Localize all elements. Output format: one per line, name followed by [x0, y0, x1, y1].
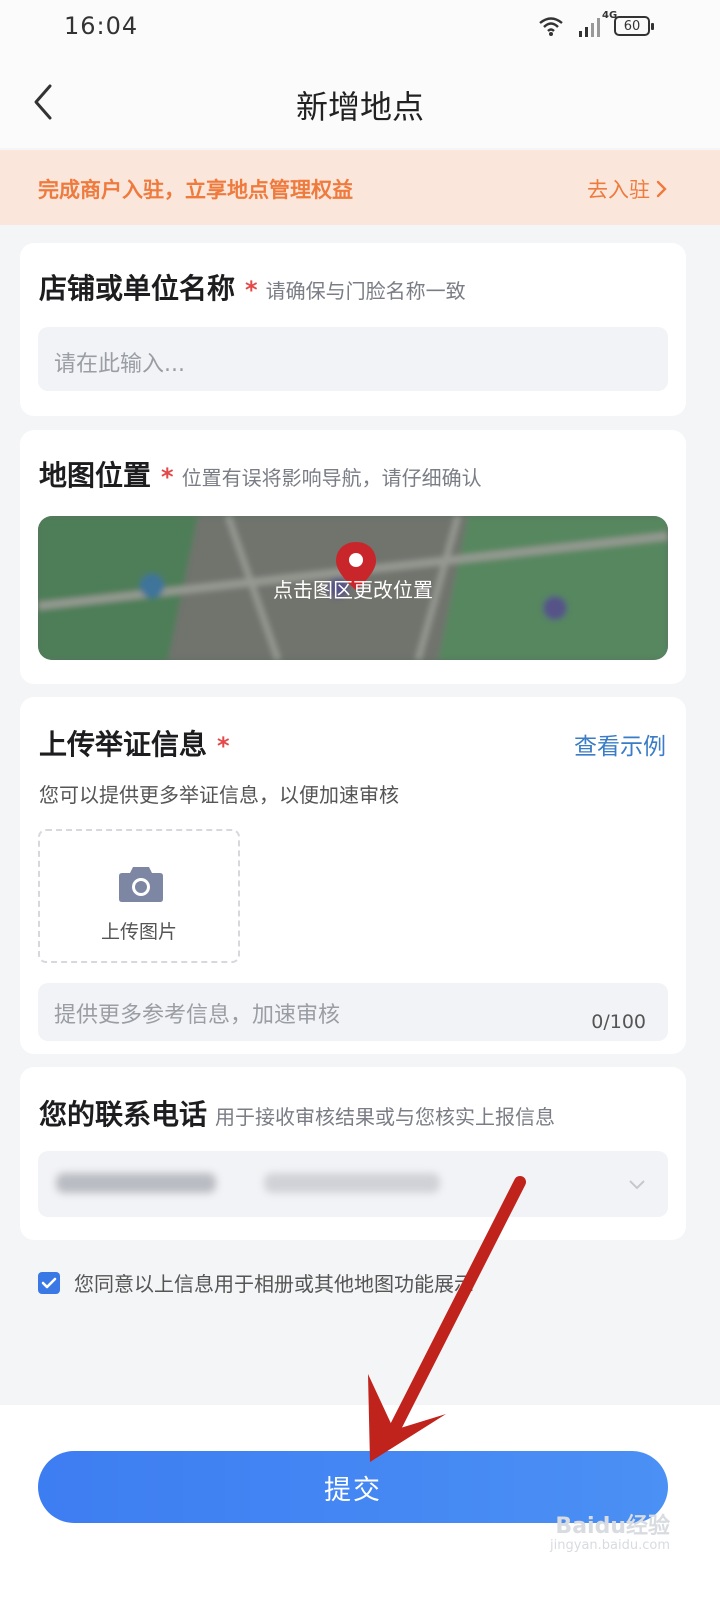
upload-image-label: 上传图片 [100, 921, 177, 943]
required-mark: * [161, 463, 174, 491]
baidu-watermark: Baidu经验 [555, 1514, 670, 1539]
battery-level: 60 [623, 18, 641, 34]
evidence-card: 上传举证信息 * 查看示例 您可以提供更多举证信息，以便加速审核 上传图片 提供更… [20, 697, 686, 1054]
camera-icon [119, 867, 163, 902]
agreement-row: 您同意以上信息用于相册或其他地图功能展示 [38, 1268, 474, 1297]
chevron-right-icon [656, 180, 667, 198]
store-name-hint: 请确保与门脸名称一致 [265, 279, 466, 303]
agreement-text: 您同意以上信息用于相册或其他地图功能展示 [74, 1272, 474, 1296]
upload-image-button[interactable]: 上传图片 [38, 829, 240, 963]
status-icons: 4G 60 [538, 10, 654, 40]
evidence-description: 您可以提供更多举证信息，以便加速审核 [39, 783, 399, 807]
evidence-title: 上传举证信息 [39, 728, 208, 761]
join-merchant-link[interactable]: 去入驻 [587, 174, 668, 204]
reference-info-textarea[interactable]: 提供更多参考信息，加速审核 0/100 [38, 983, 668, 1041]
agreement-checkbox[interactable] [38, 1271, 60, 1294]
map-preview[interactable]: 点击图区更改位置 [38, 516, 668, 660]
phone-selector[interactable] [38, 1151, 668, 1217]
bottom-bar: 提交 [0, 1405, 720, 1600]
battery-icon: 60 [614, 16, 654, 36]
blurred-phone-note [264, 1173, 440, 1193]
wifi-icon [539, 17, 563, 36]
char-counter: 0/100 [591, 1011, 646, 1033]
reference-info-placeholder: 提供更多参考信息，加速审核 [54, 1003, 341, 1028]
banner-link-label: 去入驻 [587, 178, 650, 202]
nav-bar: 新增地点 [0, 56, 720, 148]
view-example-link[interactable]: 查看示例 [574, 727, 666, 761]
chevron-down-icon [629, 1180, 645, 1190]
evidence-title-row: 上传举证信息 * [39, 723, 230, 763]
blurred-phone-number [56, 1173, 216, 1193]
map-title: 地图位置 [39, 459, 152, 492]
merchant-banner: 完成商户入驻，立享地点管理权益 去入驻 [0, 150, 720, 225]
map-location-card: 地图位置 * 位置有误将影响导航，请仔细确认 点击图区更改位置 [20, 430, 686, 684]
required-mark: * [245, 276, 258, 304]
store-name-title: 店铺或单位名称 [39, 272, 236, 305]
required-mark: * [217, 732, 230, 760]
cellular-signal: 4G [574, 10, 617, 38]
store-name-card: 店铺或单位名称 * 请确保与门脸名称一致 请在此输入... [20, 243, 686, 416]
signal-icon [579, 18, 600, 37]
store-name-title-row: 店铺或单位名称 * 请确保与门脸名称一致 [39, 267, 466, 307]
map-hint: 位置有误将影响导航，请仔细确认 [181, 466, 482, 490]
contact-title: 您的联系电话 [39, 1098, 208, 1131]
store-name-input[interactable]: 请在此输入... [38, 327, 668, 391]
map-caption: 点击图区更改位置 [273, 578, 433, 602]
status-bar: 16:04 4G 60 [0, 0, 720, 56]
store-name-placeholder: 请在此输入... [54, 352, 185, 377]
map-title-row: 地图位置 * 位置有误将影响导航，请仔细确认 [39, 454, 482, 494]
contact-hint: 用于接收审核结果或与您核实上报信息 [215, 1105, 556, 1129]
contact-phone-card: 您的联系电话 用于接收审核结果或与您核实上报信息 [20, 1067, 686, 1240]
baidu-watermark-url: jingyan.baidu.com [550, 1538, 670, 1553]
banner-text: 完成商户入驻，立享地点管理权益 [38, 178, 353, 202]
page-title: 新增地点 [295, 88, 424, 126]
contact-title-row: 您的联系电话 用于接收审核结果或与您核实上报信息 [39, 1093, 555, 1133]
checkmark-icon [41, 1277, 57, 1288]
status-time: 16:04 [64, 12, 139, 40]
